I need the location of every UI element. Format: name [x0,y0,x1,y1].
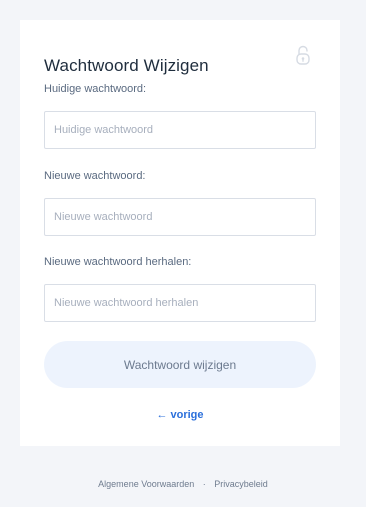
repeat-password-group: Nieuwe wachtwoord herhalen: [44,256,316,322]
page-title: Wachtwoord Wijzigen [44,56,209,76]
current-password-group: Huidige wachtwoord: [44,83,316,149]
unlock-icon [294,44,312,66]
new-password-label: Nieuwe wachtwoord: [44,170,146,182]
footer-separator: · [202,479,206,489]
repeat-password-label: Nieuwe wachtwoord herhalen: [44,256,192,268]
current-password-label: Huidige wachtwoord: [44,83,147,95]
change-password-card: Wachtwoord Wijzigen Huidige wachtwoord: … [20,20,340,446]
back-link[interactable]: ← vorige [20,409,340,421]
change-password-button[interactable]: Wachtwoord wijzigen [44,341,316,388]
card-header: Wachtwoord Wijzigen [44,44,316,76]
privacy-link[interactable]: Privacybeleid [214,479,268,489]
terms-link[interactable]: Algemene Voorwaarden [98,479,194,489]
new-password-input[interactable] [44,198,316,236]
footer: Algemene Voorwaarden · Privacybeleid [0,479,366,489]
repeat-password-input[interactable] [44,284,316,322]
new-password-group: Nieuwe wachtwoord: [44,170,316,236]
current-password-input[interactable] [44,111,316,149]
